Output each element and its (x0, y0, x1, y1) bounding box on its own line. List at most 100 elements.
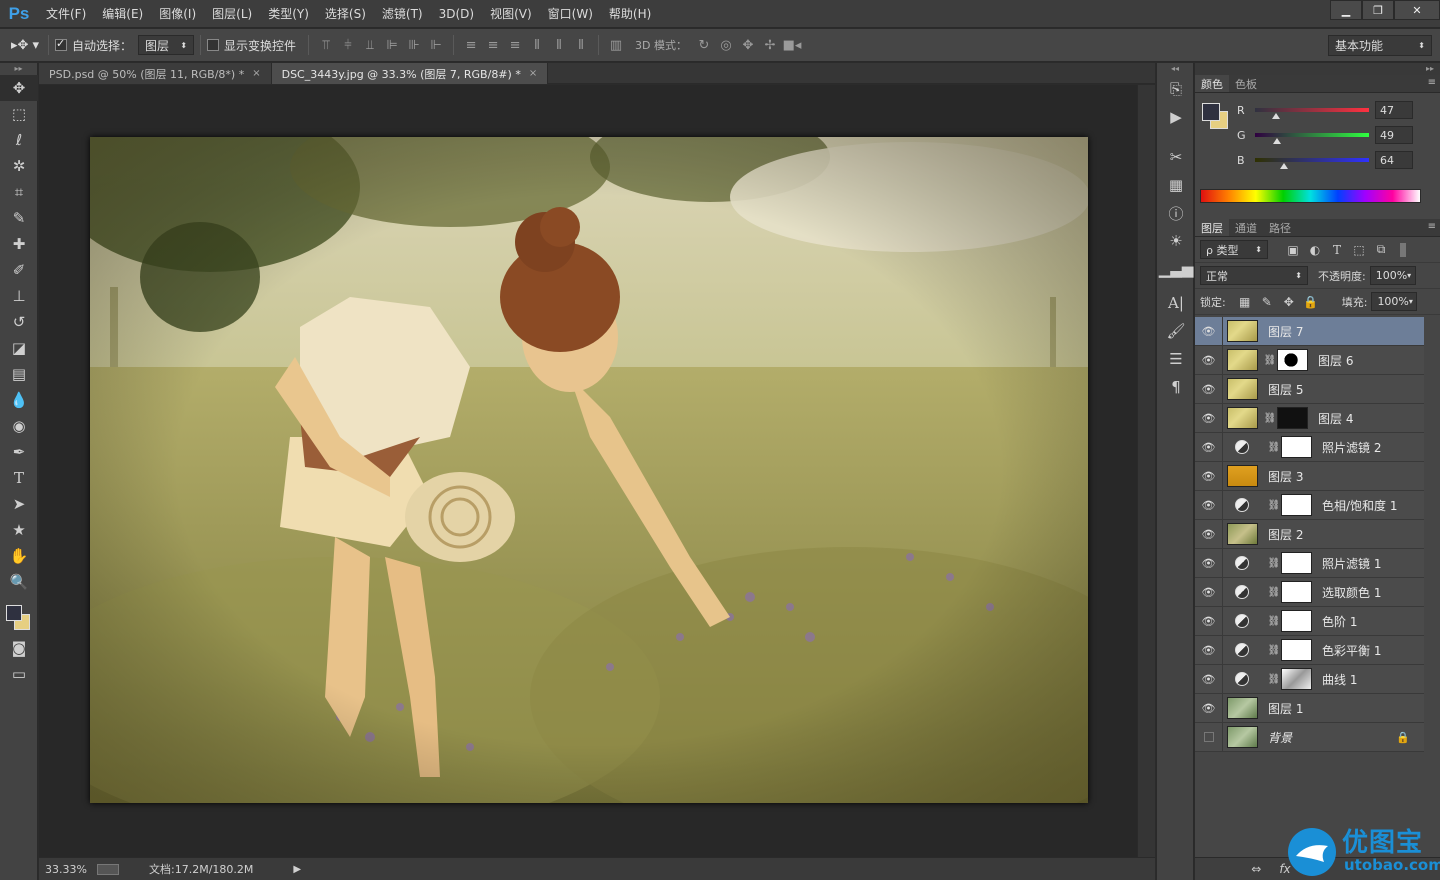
collapse-icon[interactable]: ◂◂ (1157, 63, 1193, 75)
magic-wand-tool-icon[interactable]: ✲ (0, 153, 38, 179)
tab-psd-document[interactable]: PSD.psd @ 50% (图层 11, RGB/8*) * × (39, 63, 272, 84)
tab-swatches[interactable]: 色板 (1229, 75, 1263, 92)
chain-link-icon[interactable]: ⛓ (1267, 645, 1281, 656)
layer-row[interactable]: 👁 图层 2 (1195, 519, 1424, 549)
layer-mask-thumbnail[interactable] (1281, 610, 1312, 632)
distribute-top-icon[interactable]: ≡ (460, 34, 482, 56)
visibility-eye-icon[interactable]: 👁 (1195, 577, 1223, 607)
tab-color[interactable]: 颜色 (1195, 75, 1229, 92)
move-tool-preset-icon[interactable]: ▸✥ ▾ (8, 34, 42, 56)
healing-brush-tool-icon[interactable]: ✚ (0, 231, 38, 257)
status-menu-arrow-icon[interactable]: ▶ (293, 864, 301, 875)
type-tool-icon[interactable]: T (0, 465, 38, 491)
quick-mask-icon[interactable]: ◙ (0, 635, 38, 661)
screen-mode-icon[interactable]: ▭ (0, 661, 38, 687)
distribute-vcenter-icon[interactable]: ≡ (482, 34, 504, 56)
layer-row[interactable]: 👁 图层 1 (1195, 693, 1424, 723)
auto-select-checkbox[interactable] (55, 37, 67, 51)
canvas-area[interactable] (39, 85, 1155, 857)
clone-stamp-tool-icon[interactable]: ⊥ (0, 283, 38, 309)
align-vcenter-icon[interactable]: ⫩ (337, 34, 359, 56)
align-right-icon[interactable]: ⊩ (425, 34, 447, 56)
shape-tool-icon[interactable]: ★ (0, 517, 38, 543)
chain-link-icon[interactable]: ⛓ (1267, 674, 1281, 685)
layer-mask-thumbnail[interactable] (1281, 436, 1312, 458)
chain-link-icon[interactable]: ⛓ (1267, 500, 1281, 511)
restore-button[interactable]: ❐ (1362, 0, 1394, 20)
lock-transparent-icon[interactable]: ▦ (1234, 295, 1256, 309)
lock-paint-icon[interactable]: ✎ (1256, 295, 1278, 309)
tab-channels[interactable]: 通道 (1229, 219, 1263, 236)
layer-mask-thumbnail[interactable] (1277, 349, 1308, 371)
auto-align-icon[interactable]: ▥ (605, 34, 627, 56)
menu-item[interactable]: 类型(Y) (260, 0, 317, 28)
layer-row[interactable]: 👁 ⛓ 照片滤镜 2 (1195, 432, 1424, 462)
minimize-button[interactable]: ▁ (1330, 0, 1362, 20)
chain-link-icon[interactable]: ⛓ (1267, 587, 1281, 598)
visibility-eye-icon[interactable]: 👁 (1195, 635, 1223, 665)
history-panel-icon[interactable]: ⎘ (1157, 75, 1195, 103)
opacity-field[interactable]: 100% ▾ (1369, 266, 1416, 285)
paragraph-panel-icon[interactable]: ¶ (1157, 373, 1195, 401)
layer-mask-thumbnail[interactable] (1277, 407, 1308, 429)
layer-filter-dropdown[interactable]: ρ 类型 ⬍ (1200, 240, 1268, 259)
lock-position-icon[interactable]: ✥ (1278, 295, 1300, 309)
visibility-eye-icon[interactable]: 👁 (1195, 345, 1223, 375)
zoom-level[interactable]: 33.33% (45, 863, 91, 876)
slider-thumb-icon[interactable] (1271, 113, 1280, 119)
eraser-tool-icon[interactable]: ◪ (0, 335, 38, 361)
layer-row[interactable]: 背景 🔒 (1195, 722, 1424, 752)
filter-shape-icon[interactable]: ⬚ (1348, 243, 1370, 257)
slide-3d-icon[interactable]: ✢ (759, 34, 781, 56)
collapse-icon[interactable]: ▸▸ (1195, 63, 1440, 75)
filter-pixel-icon[interactable]: ▣ (1282, 243, 1304, 257)
align-left-icon[interactable]: ⊫ (381, 34, 403, 56)
visibility-eye-icon[interactable]: 👁 (1195, 403, 1223, 433)
drag-3d-icon[interactable]: ✥ (737, 34, 759, 56)
visibility-eye-icon[interactable]: 👁 (1195, 548, 1223, 578)
layer-row[interactable]: 👁 ⛓ 色阶 1 (1195, 606, 1424, 636)
collapse-icon[interactable]: ▸▸ (0, 63, 37, 75)
channel-slider[interactable] (1255, 158, 1369, 169)
menu-item[interactable]: 图像(I) (151, 0, 204, 28)
marquee-tool-icon[interactable]: ⬚ (0, 101, 38, 127)
vertical-scrollbar[interactable] (1137, 85, 1155, 857)
chain-link-icon[interactable]: ⛓ (1267, 616, 1281, 627)
crop-tool-icon[interactable]: ⌗ (0, 179, 38, 205)
layer-mask-thumbnail[interactable] (1281, 668, 1312, 690)
filter-smart-object-icon[interactable]: ⧉ (1370, 242, 1392, 257)
tab-paths[interactable]: 路径 (1263, 219, 1297, 236)
slider-thumb-icon[interactable] (1272, 138, 1281, 144)
layer-row[interactable]: 👁 ⛓ 选取颜色 1 (1195, 577, 1424, 607)
pen-tool-icon[interactable]: ✒ (0, 439, 38, 465)
filter-adjustment-icon[interactable]: ◐ (1304, 243, 1326, 257)
layer-row[interactable]: 👁 图层 3 (1195, 461, 1424, 491)
panel-menu-icon[interactable]: ≡ (1428, 77, 1436, 88)
align-hcenter-icon[interactable]: ⊪ (403, 34, 425, 56)
character-panel-icon[interactable]: A| (1157, 289, 1195, 317)
brush-panel-icon[interactable]: 🖌 (1157, 317, 1195, 345)
layer-row[interactable]: 👁 ⛓ 图层 6 (1195, 345, 1424, 375)
distribute-bottom-icon[interactable]: ≡ (504, 34, 526, 56)
actions-panel-icon[interactable]: ▶ (1157, 103, 1195, 131)
visibility-eye-icon[interactable]: 👁 (1195, 664, 1223, 694)
distribute-hcenter-icon[interactable]: ⦀ (548, 34, 570, 56)
path-selection-tool-icon[interactable]: ➤ (0, 491, 38, 517)
menu-item[interactable]: 帮助(H) (601, 0, 659, 28)
menu-item[interactable]: 视图(V) (482, 0, 540, 28)
visibility-eye-icon[interactable]: 👁 (1195, 432, 1223, 462)
lasso-tool-icon[interactable]: ℓ (0, 127, 38, 153)
panel-menu-icon[interactable]: ≡ (1428, 221, 1436, 232)
properties-panel-icon[interactable]: ☰ (1157, 345, 1195, 373)
visibility-eye-icon[interactable]: 👁 (1195, 606, 1223, 636)
menu-item[interactable]: 滤镜(T) (374, 0, 431, 28)
visibility-eye-icon[interactable] (1195, 722, 1223, 752)
visibility-eye-icon[interactable]: 👁 (1195, 519, 1223, 549)
visibility-eye-icon[interactable]: 👁 (1195, 461, 1223, 491)
menu-item[interactable]: 编辑(E) (94, 0, 151, 28)
link-layers-icon[interactable]: ⇔ (1251, 862, 1261, 876)
lock-all-icon[interactable]: 🔒 (1300, 295, 1322, 309)
menu-item[interactable]: 3D(D) (431, 0, 482, 28)
info-panel-icon[interactable]: ⓘ (1157, 199, 1195, 227)
color-swatches[interactable] (0, 595, 38, 635)
